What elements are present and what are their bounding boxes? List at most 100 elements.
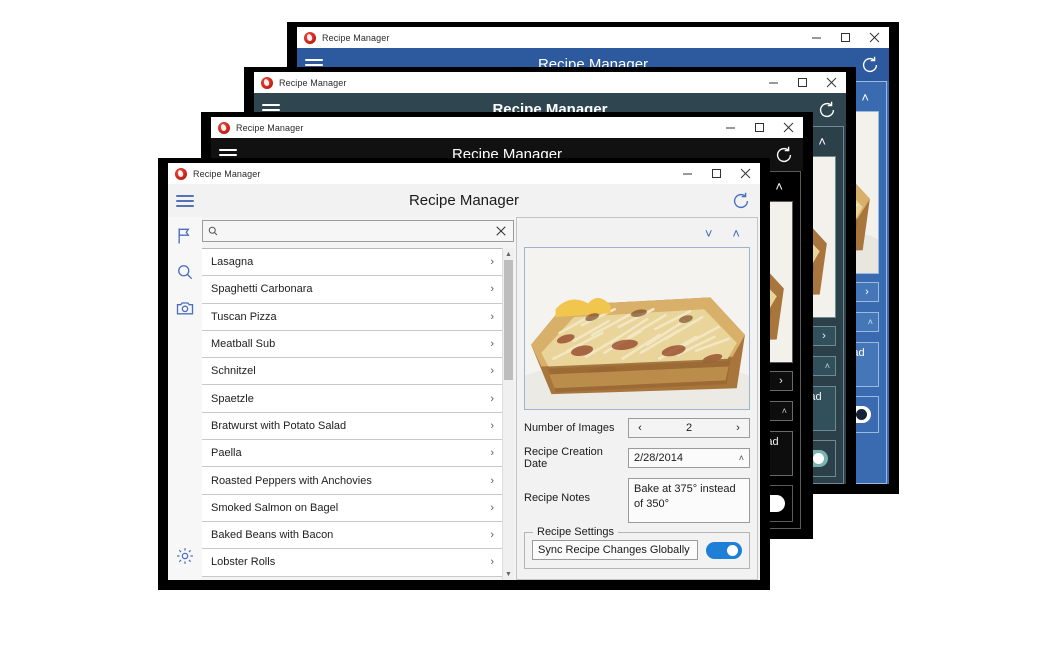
field-creation-date: Recipe Creation Date 2/28/2014 ˄ (524, 446, 750, 470)
close-icon[interactable] (495, 224, 509, 238)
minimize-button[interactable] (802, 27, 831, 48)
window-light-active[interactable]: Recipe Manager Recipe Manager Lasagna › … (158, 158, 770, 590)
list-item-label: Schnitzel (211, 365, 256, 378)
recipe-detail-pane: ˅ ˄ (516, 217, 758, 580)
refresh-icon[interactable] (773, 144, 795, 166)
list-item[interactable]: Paella › (202, 440, 502, 468)
field-label: Recipe Notes (524, 492, 591, 504)
list-item-label: Paella (211, 447, 242, 460)
maximize-button[interactable] (745, 117, 774, 138)
maximize-button[interactable] (702, 163, 731, 184)
chevron-down-icon[interactable]: ˄ (861, 91, 869, 104)
recipe-settings-group: Recipe Settings Sync Recipe Changes Glob… (524, 526, 750, 569)
chevron-down-icon[interactable]: ˄ (739, 453, 744, 463)
minimize-button[interactable] (716, 117, 745, 138)
list-item[interactable]: Roasted Peppers with Anchovies › (202, 467, 502, 495)
camera-icon[interactable] (173, 296, 197, 320)
titlebar[interactable]: Recipe Manager (168, 163, 760, 184)
list-item-label: Smoked Salmon on Bagel (211, 501, 339, 514)
stepper-next-button[interactable]: › (813, 330, 835, 342)
list-item[interactable]: Smoked Salmon on Bagel › (202, 494, 502, 522)
list-item[interactable]: Lasagna › (202, 249, 502, 277)
flag-icon[interactable] (173, 224, 197, 248)
chevron-down-icon[interactable]: ˄ (732, 227, 740, 240)
chevron-down-icon[interactable]: ˄ (868, 317, 873, 327)
stepper-next-button[interactable]: › (856, 286, 878, 298)
window-title: Recipe Manager (322, 32, 390, 43)
number-of-images-stepper[interactable]: ‹ 2 › (628, 418, 750, 438)
chevron-right-icon[interactable]: › (490, 338, 494, 350)
recipe-list: Lasagna›Spaghetti Carbonara›Tuscan Pizza… (202, 248, 502, 580)
refresh-icon[interactable] (859, 54, 881, 76)
page-title: Recipe Manager (408, 192, 520, 209)
scroll-up-arrow[interactable]: ▲ (503, 248, 514, 260)
hamburger-menu-icon[interactable] (176, 193, 198, 209)
stepper-next-button[interactable]: › (770, 375, 792, 387)
list-item[interactable]: Lobster Rolls › (202, 549, 502, 577)
chevron-down-icon[interactable]: ˄ (818, 135, 826, 148)
close-button[interactable] (860, 27, 889, 48)
chevron-down-icon[interactable]: ˄ (775, 180, 783, 193)
list-item-label: Lobster Rolls (211, 556, 276, 569)
chevron-right-icon[interactable]: › (490, 420, 494, 432)
chevron-up-icon[interactable]: ˅ (705, 227, 713, 240)
list-item-label: Meatball Sub (211, 338, 276, 351)
close-button[interactable] (731, 163, 760, 184)
recipe-manager-app-icon (261, 76, 273, 89)
image-nav: ˅ ˄ (524, 223, 750, 243)
chevron-down-icon[interactable]: ˄ (825, 361, 830, 371)
titlebar[interactable]: Recipe Manager (297, 27, 889, 48)
close-button[interactable] (774, 117, 803, 138)
chevron-right-icon[interactable]: › (490, 256, 494, 268)
list-item-label: Lasagna (211, 256, 254, 269)
minimize-button[interactable] (673, 163, 702, 184)
creation-date-select[interactable]: 2/28/2014 ˄ (628, 448, 750, 468)
gear-icon[interactable] (173, 544, 197, 568)
chevron-right-icon[interactable]: › (490, 447, 494, 459)
chevron-down-icon[interactable]: ˄ (782, 406, 787, 416)
list-item[interactable]: Spaghetti Carbonara › (202, 276, 502, 304)
search-icon[interactable] (173, 260, 197, 284)
titlebar[interactable]: Recipe Manager (211, 117, 803, 138)
chevron-right-icon[interactable]: › (490, 556, 494, 568)
refresh-icon[interactable] (730, 190, 752, 212)
sync-toggle[interactable] (706, 541, 742, 559)
list-item[interactable]: Baked Beans with Bacon › (202, 521, 502, 550)
refresh-icon[interactable] (816, 99, 838, 121)
stepper-value: 2 (685, 422, 693, 434)
stepper-next-button[interactable]: › (727, 422, 749, 434)
field-label: Number of Images (524, 422, 615, 434)
list-item[interactable]: Bratwurst with Potato Salad › (202, 412, 502, 441)
chevron-right-icon[interactable]: › (490, 283, 494, 295)
chevron-right-icon[interactable]: › (490, 529, 494, 541)
chevron-right-icon[interactable]: › (490, 502, 494, 514)
close-button[interactable] (817, 72, 846, 93)
recipe-list-column: Lasagna›Spaghetti Carbonara›Tuscan Pizza… (202, 217, 516, 580)
list-item-label: Roasted Peppers with Anchovies (211, 474, 372, 487)
window-title: Recipe Manager (236, 122, 304, 133)
list-item[interactable]: Meatball Sub › (202, 330, 502, 359)
list-item[interactable]: Spaetzle › (202, 385, 502, 413)
titlebar[interactable]: Recipe Manager (254, 72, 846, 93)
select-value: 2/28/2014 (634, 452, 683, 464)
search-box[interactable] (202, 220, 514, 242)
minimize-button[interactable] (759, 72, 788, 93)
scrollbar-thumb[interactable] (504, 260, 513, 380)
chevron-right-icon[interactable]: › (490, 365, 494, 377)
stepper-prev-button[interactable]: ‹ (629, 422, 651, 434)
chevron-right-icon[interactable]: › (490, 475, 494, 487)
chevron-right-icon[interactable]: › (490, 311, 494, 323)
recipe-notes-textarea[interactable]: Bake at 375° instead of 350° (628, 478, 750, 523)
window-content: Recipe Manager Recipe Manager (168, 163, 760, 580)
chevron-right-icon[interactable]: › (490, 393, 494, 405)
list-item-label: Bratwurst with Potato Salad (211, 419, 347, 432)
list-scrollbar[interactable]: ▲ ▼ (502, 248, 514, 580)
scroll-down-arrow[interactable]: ▼ (503, 568, 514, 580)
search-input[interactable] (219, 225, 495, 237)
maximize-button[interactable] (831, 27, 860, 48)
list-item[interactable]: Schnitzel › (202, 358, 502, 386)
maximize-button[interactable] (788, 72, 817, 93)
sync-setting-label[interactable]: Sync Recipe Changes Globally (532, 540, 698, 560)
window-controls (673, 163, 760, 184)
list-item[interactable]: Tuscan Pizza › (202, 303, 502, 331)
